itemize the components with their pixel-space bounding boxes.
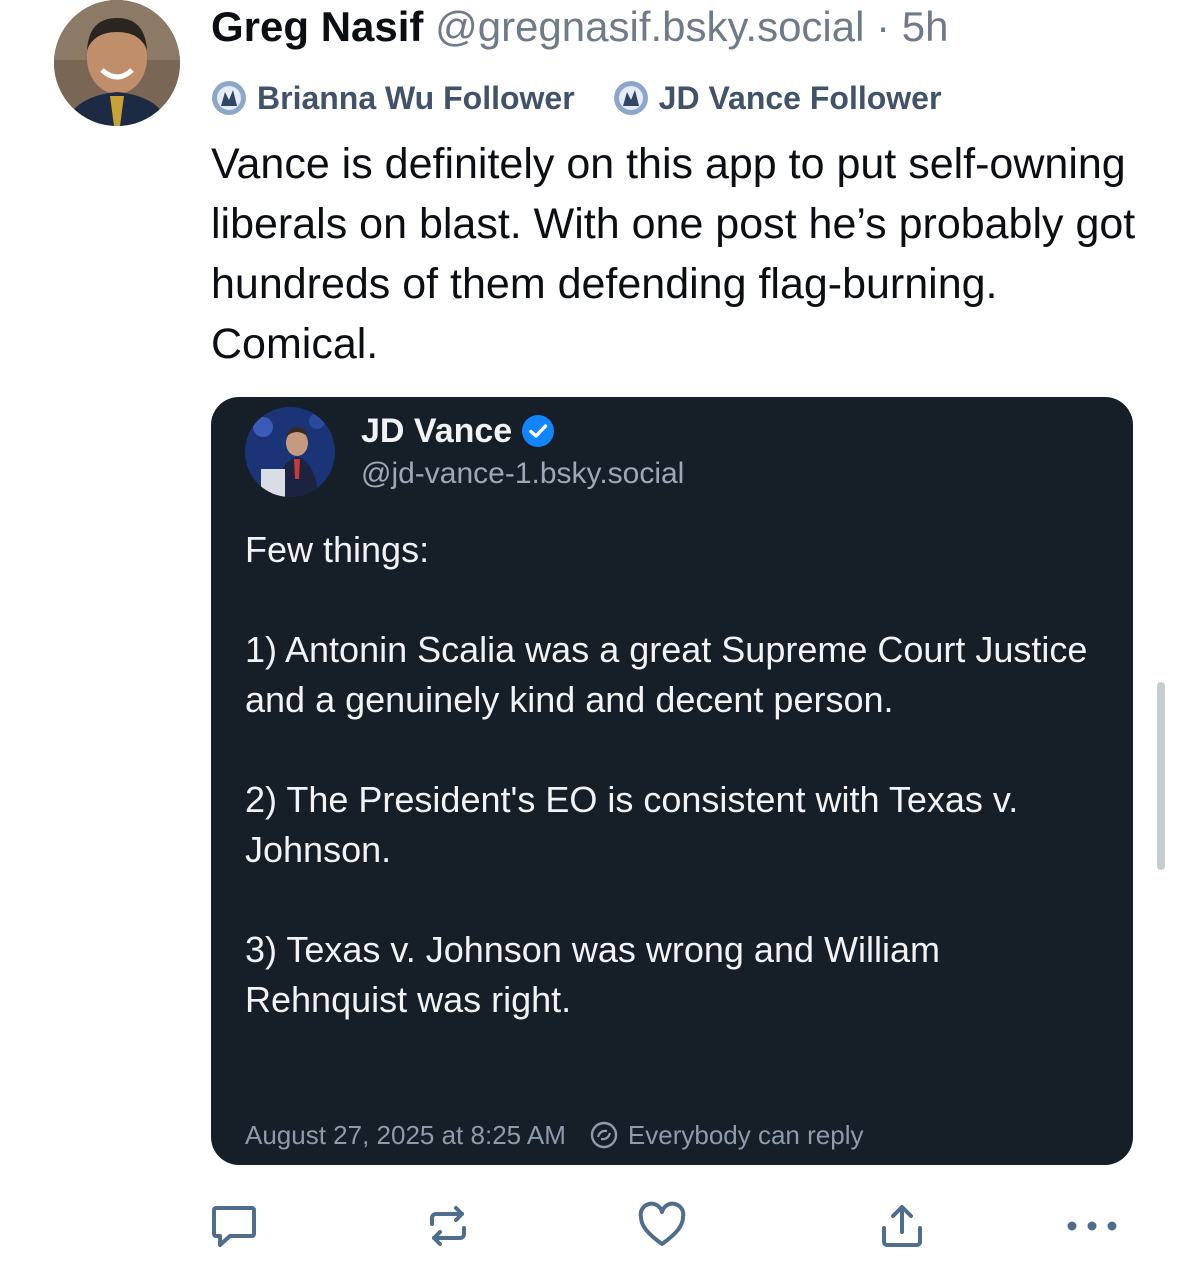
like-icon [636,1200,688,1257]
follower-badge-icon [211,80,247,116]
author-avatar[interactable] [54,0,180,126]
post-action-bar [0,1198,1179,1258]
header-separator: · [876,3,891,50]
badge-label: JD Vance Follower [658,80,942,116]
follower-badge-icon [613,80,649,116]
more-options-button[interactable] [1062,1198,1122,1258]
scrollbar-thumb[interactable] [1157,682,1165,870]
author-handle[interactable]: @gregnasif.bsky.social [435,3,864,50]
post-text: Vance is definitely on this app to put s… [211,140,1136,368]
repost-icon [422,1200,474,1257]
repost-button[interactable] [418,1198,478,1258]
quoted-author-name-row[interactable]: JD Vance [361,411,556,451]
quoted-post-text: Few things: 1) Antonin Scalia was a grea… [245,525,1105,1075]
post-time[interactable]: 5h [902,3,949,50]
reply-permission-label: Everybody can reply [627,1120,864,1150]
badge-label: Brianna Wu Follower [257,80,575,116]
quoted-paragraph: Few things: [245,529,430,570]
quoted-paragraph: 2) The President's EO is consistent with… [245,779,1019,870]
quoted-post[interactable]: JD Vance @jd-vance-1.bsky.social Few thi… [211,397,1133,1165]
more-icon [1064,1216,1120,1241]
share-button[interactable] [872,1198,932,1258]
quoted-author-avatar[interactable] [245,407,335,497]
badge-jd-vance-follower[interactable]: JD Vance Follower [613,78,942,118]
quoted-post-footer: August 27, 2025 at 8:25 AM Everybody can… [245,1117,863,1153]
feed-post[interactable]: Greg Nasif @gregnasif.bsky.social · 5h B… [0,0,1179,1269]
quoted-author-display-name[interactable]: JD Vance [361,411,512,451]
badge-brianna-wu-follower[interactable]: Brianna Wu Follower [211,78,575,118]
quoted-author-handle[interactable]: @jd-vance-1.bsky.social [361,455,684,493]
author-display-name[interactable]: Greg Nasif [211,3,423,50]
quoted-paragraph: 3) Texas v. Johnson was wrong and Willia… [245,929,940,1020]
like-button[interactable] [632,1198,692,1258]
reply-permission-icon [590,1121,618,1149]
reply-icon [208,1200,260,1257]
share-icon [876,1200,928,1257]
author-badges: Brianna Wu Follower JD Vance Follower [211,78,979,118]
verified-check-icon [520,413,556,449]
quoted-paragraph: 1) Antonin Scalia was a great Supreme Co… [245,629,1088,720]
reply-button[interactable] [204,1198,264,1258]
post-header: Greg Nasif @gregnasif.bsky.social · 5h [211,2,949,52]
quoted-post-timestamp: August 27, 2025 at 8:25 AM [245,1120,566,1150]
